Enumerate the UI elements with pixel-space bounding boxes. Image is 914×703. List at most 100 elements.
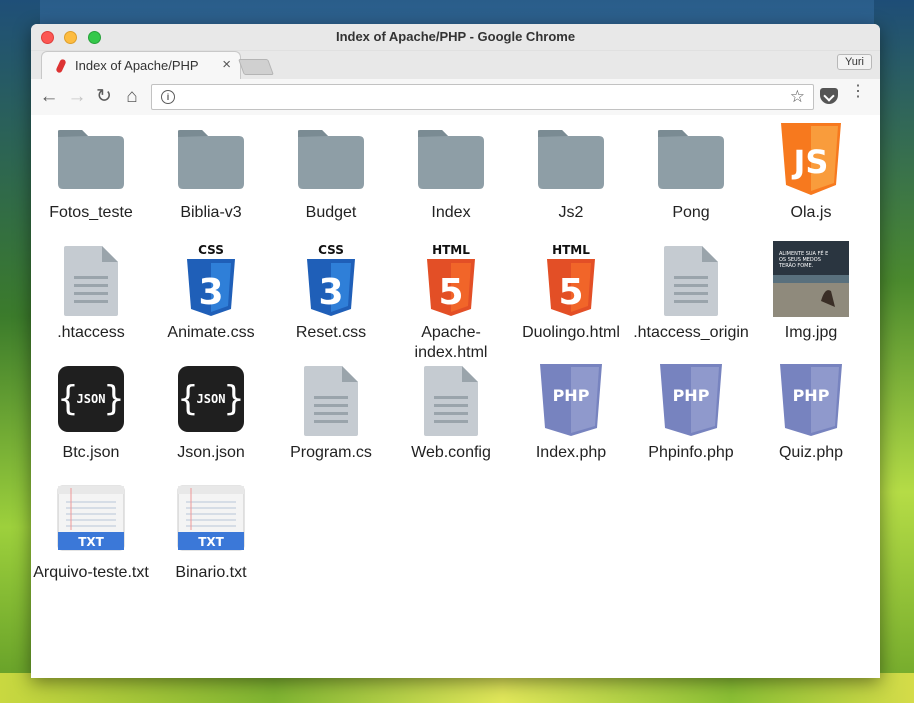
file-name-label: Duolingo.html [522, 324, 620, 341]
file-item[interactable]: Web.config [391, 361, 511, 463]
file-name-label: Phpinfo.php [648, 444, 734, 461]
tab-label: Index of Apache/PHP [75, 58, 199, 73]
file-item[interactable]: {} JSON Json.json [151, 361, 271, 463]
file-icon-container: JS [751, 121, 871, 201]
document-icon [664, 246, 718, 316]
file-item[interactable]: Js2 [511, 121, 631, 223]
info-icon[interactable]: i [161, 90, 175, 104]
back-arrow-icon[interactable]: ← [38, 86, 60, 108]
pocket-icon[interactable] [820, 88, 838, 104]
file-name-label: Apache-index.html [414, 324, 488, 357]
file-name-label: Btc.json [62, 444, 120, 461]
file-item[interactable]: .htaccess_origin [631, 241, 751, 343]
toolbar: ← → ↻ ⌂ i ☆ ⋮ [31, 79, 880, 117]
file-name-label: Json.json [177, 444, 245, 461]
file-icon-container [31, 121, 151, 201]
file-name-label: Arquivo-teste.txt [33, 564, 149, 581]
svg-text:CSS: CSS [318, 243, 344, 257]
file-item[interactable]: CSS 3 Animate.css [151, 241, 271, 343]
file-item[interactable]: HTML 5 Duolingo.html [511, 241, 631, 343]
file-name-label: Web.config [411, 444, 491, 461]
file-icon-container [271, 361, 391, 441]
file-name-label: Index [431, 204, 471, 221]
feather-icon [55, 58, 67, 74]
svg-text:PHP: PHP [793, 386, 830, 405]
php-icon: PHP [540, 364, 602, 436]
profile-button[interactable]: Yuri [837, 54, 872, 70]
file-item[interactable]: HTML 5 Apache-index.html [391, 241, 511, 357]
svg-text:TERÃO FOME.: TERÃO FOME. [778, 262, 814, 269]
folder-icon [298, 130, 364, 189]
php-icon: PHP [780, 364, 842, 436]
svg-text:JSON: JSON [77, 392, 106, 406]
php-icon: PHP [660, 364, 722, 436]
file-icon-container: HTML 5 [391, 241, 511, 321]
json-icon: {}JSON [177, 366, 245, 432]
file-item[interactable]: TXT Arquivo-teste.txt [31, 481, 151, 583]
forward-arrow-icon[interactable]: → [66, 86, 88, 108]
svg-text:3: 3 [318, 272, 343, 313]
file-icon-container [391, 361, 511, 441]
tab-strip: Index of Apache/PHP × Yuri [31, 51, 880, 79]
file-name-label: Js2 [558, 204, 584, 221]
reload-icon[interactable]: ↻ [93, 86, 115, 108]
file-icon-container [271, 121, 391, 201]
svg-text:}: } [103, 379, 125, 419]
file-item[interactable]: Index [391, 121, 511, 223]
svg-text:}: } [223, 379, 245, 419]
file-icon-container: PHP [511, 361, 631, 441]
home-icon[interactable]: ⌂ [121, 86, 143, 108]
file-item[interactable]: Fotos_teste [31, 121, 151, 223]
svg-text:JSON: JSON [197, 392, 226, 406]
bookmark-star-icon[interactable]: ☆ [790, 87, 805, 107]
css-icon: CSS 3 [307, 243, 355, 316]
file-item[interactable]: TXT Binario.txt [151, 481, 271, 583]
tab-index-of-apache-php[interactable]: Index of Apache/PHP × [41, 51, 241, 79]
file-item[interactable]: {} JSON Btc.json [31, 361, 151, 463]
file-name-label: Budget [305, 204, 357, 221]
close-tab-icon[interactable]: × [222, 56, 231, 73]
svg-text:5: 5 [438, 272, 463, 313]
file-icon-container: ALIMENTE SUA FÉ E OS SEUS MEDOS TERÃO FOME… [751, 241, 871, 321]
browser-window: Index of Apache/PHP - Google Chrome Inde… [31, 24, 880, 678]
css-icon: CSS 3 [187, 243, 235, 316]
file-item[interactable]: PHP Index.php [511, 361, 631, 463]
document-icon [64, 246, 118, 316]
file-item[interactable]: CSS 3 Reset.css [271, 241, 391, 343]
js-icon: JS [781, 123, 841, 195]
menu-icon[interactable]: ⋮ [850, 84, 866, 100]
file-name-label: Index.php [535, 444, 607, 461]
file-name-label: Fotos_teste [49, 204, 133, 221]
file-item[interactable]: Program.cs [271, 361, 391, 463]
folder-icon [178, 130, 244, 189]
file-item[interactable]: PHP Quiz.php [751, 361, 871, 463]
file-name-label: Ola.js [790, 204, 832, 221]
file-icon-container [511, 121, 631, 201]
file-name-label: Program.cs [290, 444, 372, 461]
window-title: Index of Apache/PHP - Google Chrome [335, 29, 576, 44]
file-item[interactable]: PHP Phpinfo.php [631, 361, 751, 463]
file-item[interactable]: Pong [631, 121, 751, 223]
svg-text:PHP: PHP [553, 386, 590, 405]
svg-text:HTML: HTML [552, 243, 590, 257]
file-name-label: Pong [672, 204, 710, 221]
file-icon-container [391, 121, 511, 201]
desktop-wallpaper-right [874, 0, 914, 703]
svg-text:3: 3 [198, 272, 223, 313]
html-icon: HTML 5 [547, 243, 595, 316]
file-icon-container [31, 241, 151, 321]
address-bar[interactable]: i ☆ [151, 84, 814, 110]
file-item[interactable]: JS Ola.js [751, 121, 871, 223]
svg-text:TXT: TXT [78, 535, 104, 549]
html-icon: HTML 5 [427, 243, 475, 316]
svg-text:PHP: PHP [673, 386, 710, 405]
file-item[interactable]: .htaccess [31, 241, 151, 343]
file-item[interactable]: Biblia-v3 [151, 121, 271, 223]
file-icon-container: HTML 5 [511, 241, 631, 321]
document-icon [424, 366, 478, 436]
file-item[interactable]: Budget [271, 121, 391, 223]
file-name-label: Biblia-v3 [180, 204, 242, 221]
new-tab-button[interactable] [238, 59, 274, 75]
json-icon: {}JSON [57, 366, 125, 432]
file-item[interactable]: ALIMENTE SUA FÉ E OS SEUS MEDOS TERÃO FOME… [751, 241, 871, 343]
